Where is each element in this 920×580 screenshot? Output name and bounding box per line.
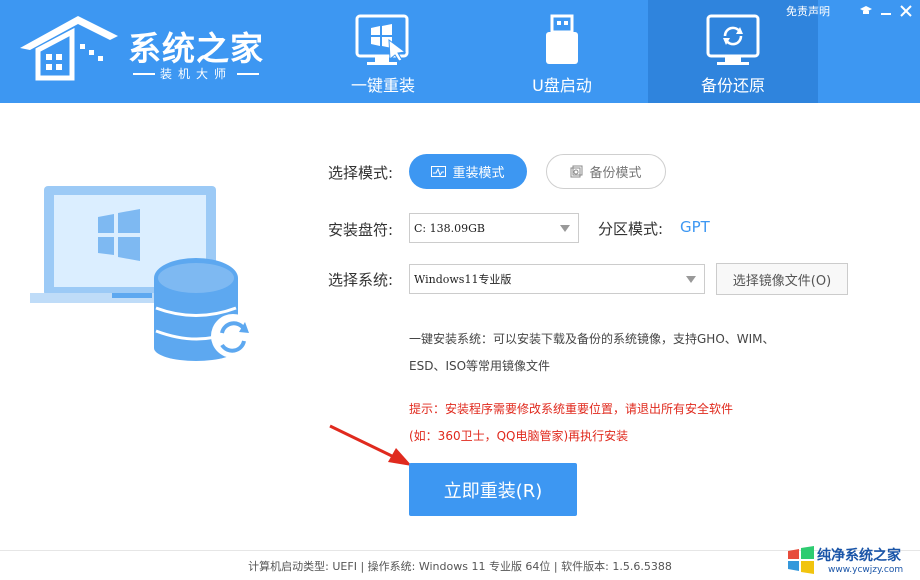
description-line-1: 一键安装系统：可以安装下载及备份的系统镜像，支持GHO、WIM、 [409,332,775,346]
mode-label: 选择模式: [328,164,394,182]
warning-line-1: 提示：安装程序需要修改系统重要位置，请退出所有安全软件 [409,402,734,416]
app-logo: 系统之家 装机大师 [10,10,270,85]
app-subtitle: 装机大师 [128,65,278,82]
install-now-button[interactable]: 立即重装(R) [409,463,577,516]
footer-divider [0,550,920,551]
disk-select-value: C: 138.09GB [414,221,485,235]
close-icon[interactable] [900,5,912,17]
laptop-backup-illustration [30,186,255,361]
red-arrow-icon [329,424,412,466]
monitor-pulse-icon [431,165,447,177]
tab-label: 备份还原 [700,76,765,95]
backup-mode-button[interactable]: 备份模式 [546,154,666,189]
app-header: 系统之家 装机大师 一键重装 U盘启动 备份还原 免责声明 [0,0,920,103]
chevron-down-icon [560,225,570,232]
minimize-icon[interactable] [880,5,892,17]
system-select[interactable]: Windows11专业版 [409,264,705,294]
app-title: 系统之家 [128,29,264,68]
backup-restore-icon [706,14,760,65]
tab-label: U盘启动 [532,76,592,95]
partition-value: GPT [680,218,710,236]
usb-drive-icon [546,14,578,64]
windows-cursor-icon [355,14,409,65]
window-controls: 免责声明 [786,3,912,19]
disk-label: 安装盘符: [328,221,394,239]
windows-logo-icon [788,546,814,574]
warning-line-2: (如：360卫士，QQ电脑管家)再执行安装 [409,429,629,443]
status-bar: 计算机启动类型: UEFI | 操作系统: Windows 11 专业版 64位… [248,560,672,573]
tab-label: 一键重装 [350,76,415,95]
description-line-2: ESD、ISO等常用镜像文件 [409,359,551,373]
choose-image-button[interactable]: 选择镜像文件(O) [716,263,848,295]
tab-one-click-reinstall[interactable]: 一键重装 [298,0,468,103]
reinstall-mode-button[interactable]: 重装模式 [409,154,527,189]
system-select-value: Windows11专业版 [414,273,512,286]
house-logo-icon [20,16,118,81]
system-label: 选择系统: [328,271,394,289]
partition-label: 分区模式: [598,220,664,238]
disk-select[interactable]: C: 138.09GB [409,213,579,243]
watermark-url: www.ycwjzy.com [828,565,904,575]
disclaimer-link[interactable]: 免责声明 [786,3,830,19]
watermark-title: 纯净系统之家 [817,548,901,564]
tab-usb-boot[interactable]: U盘启动 [477,0,647,103]
graduation-cap-icon[interactable] [860,5,872,17]
backup-copy-icon [570,165,583,178]
chevron-down-icon [686,276,696,283]
watermark: 纯净系统之家 www.ycwjzy.com [784,540,920,580]
